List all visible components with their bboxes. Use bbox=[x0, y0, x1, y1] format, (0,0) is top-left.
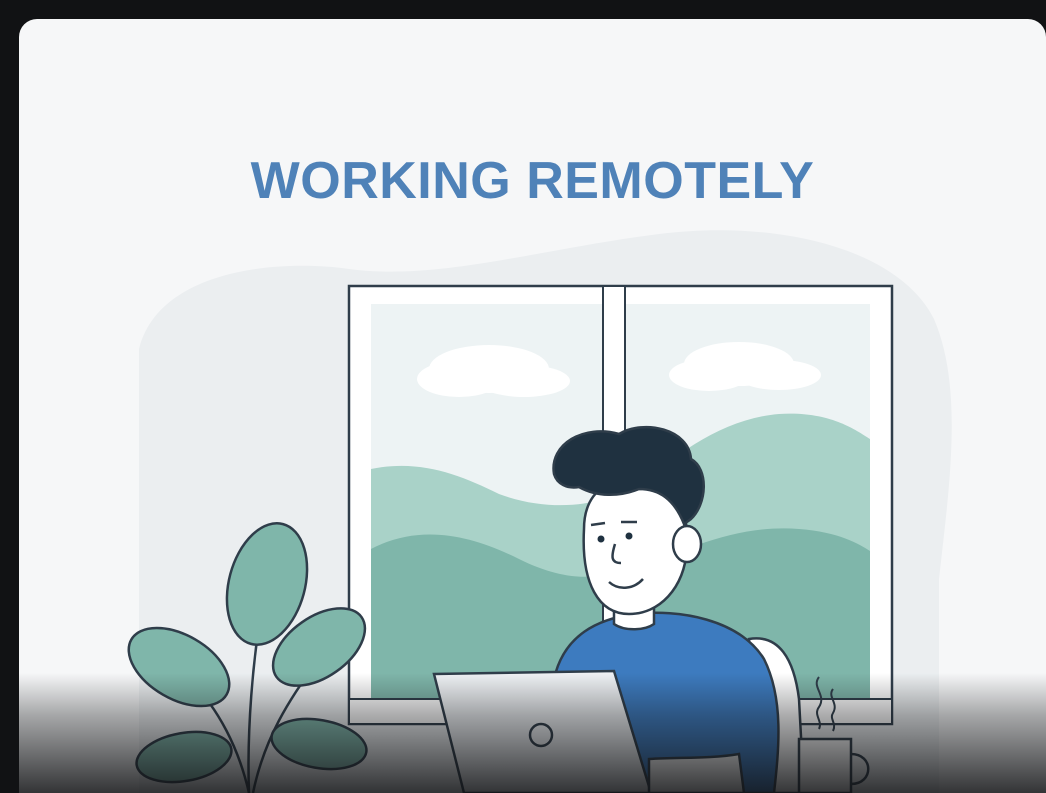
remote-work-illustration bbox=[127, 230, 952, 793]
illustration-card: WORKING REMOTELY bbox=[19, 19, 1046, 793]
arm bbox=[647, 752, 746, 793]
page-title: WORKING REMOTELY bbox=[250, 152, 815, 210]
laptop-icon bbox=[432, 669, 653, 793]
